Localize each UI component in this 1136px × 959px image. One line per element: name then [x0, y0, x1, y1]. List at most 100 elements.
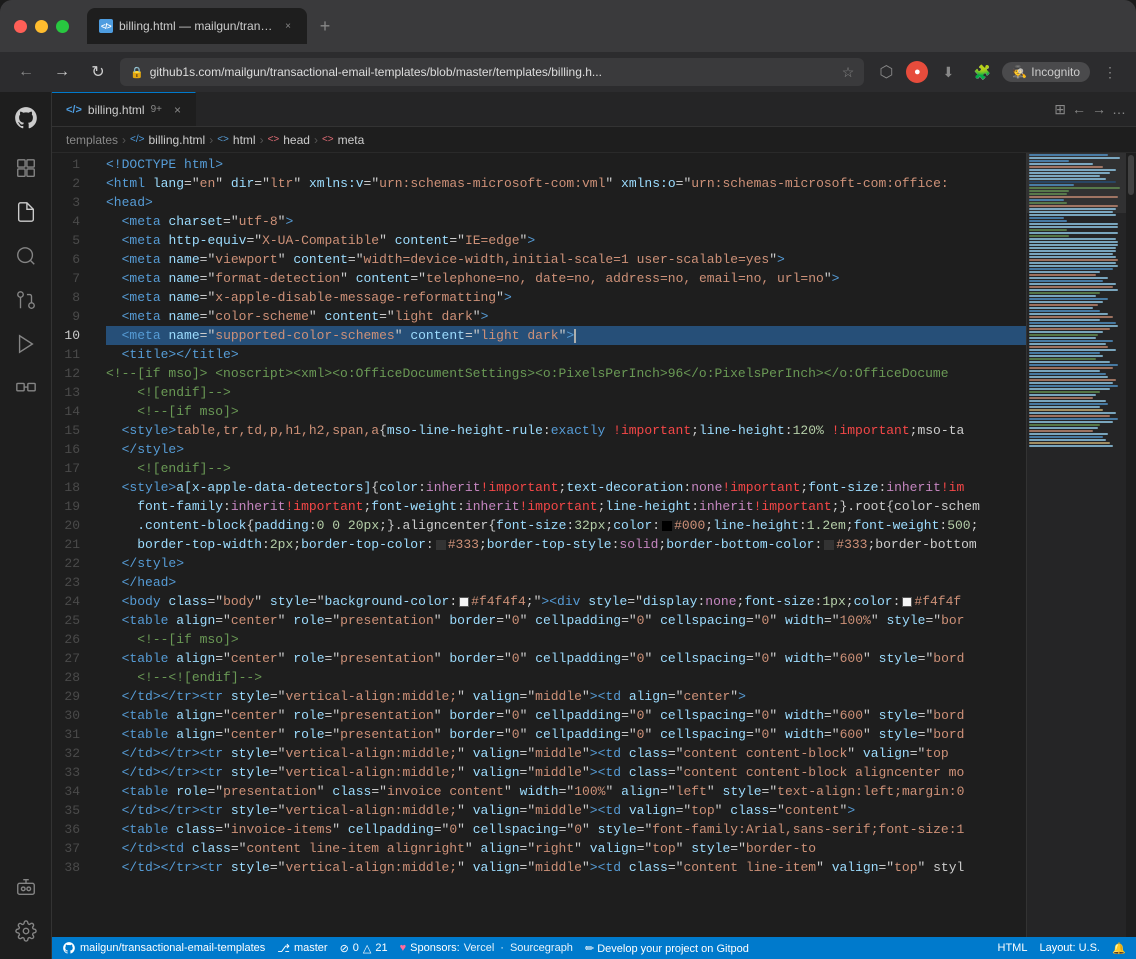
- address-bar[interactable]: 🔒 github1s.com/mailgun/transactional-ema…: [120, 58, 864, 86]
- reload-button[interactable]: ↻: [84, 58, 112, 86]
- code-line-26: <!--[if mso]>: [106, 630, 1026, 649]
- breadcrumb-meta[interactable]: <> meta: [322, 133, 364, 147]
- activity-extensions[interactable]: [6, 368, 46, 408]
- code-line-19: font-family : inherit !important ; font-…: [106, 497, 1026, 516]
- language-indicator[interactable]: HTML: [998, 942, 1028, 954]
- activity-settings[interactable]: [6, 911, 46, 951]
- code-line-38: </td></tr><tr style="vertical-align:midd…: [106, 858, 1026, 877]
- line-num-31: 31: [52, 725, 94, 744]
- line-num-38: 38: [52, 858, 94, 877]
- minimap: [1026, 153, 1126, 937]
- html-tag-icon: <>: [217, 134, 229, 145]
- browser-tab-active[interactable]: </> billing.html — mailgun/transact… ×: [87, 8, 307, 44]
- breadcrumb-sep-2: ›: [209, 133, 213, 147]
- status-sponsors[interactable]: ♥ Sponsors: Vercel · Sourcegraph: [400, 942, 573, 954]
- status-gitpod[interactable]: ✏ Develop your project on Gitpod: [585, 942, 749, 955]
- code-line-25: <table align="center" role="presentation…: [106, 611, 1026, 630]
- downloads-icon[interactable]: ⬇: [934, 58, 962, 86]
- activity-source-control[interactable]: [6, 280, 46, 320]
- activity-robot[interactable]: [6, 867, 46, 907]
- more-actions-icon[interactable]: …: [1112, 101, 1126, 117]
- line-num-23: 23: [52, 573, 94, 592]
- forward-button[interactable]: →: [48, 58, 76, 86]
- line-num-22: 22: [52, 554, 94, 573]
- editor-tab-actions: ⊞ ← → …: [1044, 92, 1136, 126]
- breadcrumb-sep-1: ›: [122, 133, 126, 147]
- line-num-28: 28: [52, 668, 94, 687]
- activity-run[interactable]: [6, 324, 46, 364]
- menu-button[interactable]: ⋮: [1096, 58, 1124, 86]
- code-line-2: <html lang="en" dir="ltr" xmlns:v="urn:s…: [106, 174, 1026, 193]
- breadcrumb-templates[interactable]: templates: [66, 133, 118, 147]
- breadcrumb-head[interactable]: <> head: [268, 133, 310, 147]
- close-button[interactable]: [14, 20, 27, 33]
- activity-search[interactable]: [6, 236, 46, 276]
- maximize-button[interactable]: [56, 20, 69, 33]
- status-errors[interactable]: ⊘ 0 △ 21: [340, 942, 388, 955]
- branch-icon: ⎇: [277, 942, 290, 955]
- code-line-6: <meta name="viewport" content="width=dev…: [106, 250, 1026, 269]
- code-line-10: <meta name="supported-color-schemes" con…: [106, 326, 1026, 345]
- incognito-label: Incognito: [1031, 65, 1080, 79]
- errors-icon: ⊘: [340, 942, 349, 955]
- notifications-bell[interactable]: 🔔: [1112, 941, 1126, 955]
- line-num-36: 36: [52, 820, 94, 839]
- minimize-button[interactable]: [35, 20, 48, 33]
- split-editor-icon[interactable]: ⊞: [1054, 101, 1066, 118]
- new-tab-button[interactable]: +: [311, 12, 339, 40]
- tab-close-button[interactable]: ×: [281, 19, 295, 33]
- scrollbar-thumb[interactable]: [1128, 155, 1134, 195]
- layout-indicator[interactable]: Layout: U.S.: [1039, 942, 1100, 954]
- back-button[interactable]: ←: [12, 58, 40, 86]
- navigate-back-icon[interactable]: ←: [1072, 101, 1086, 117]
- activity-files[interactable]: [6, 192, 46, 232]
- code-line-27: <table align="center" role="presentation…: [106, 649, 1026, 668]
- warnings-icon: △: [363, 942, 371, 955]
- status-repo[interactable]: mailgun/transactional-email-templates: [62, 941, 265, 955]
- puzzle-icon[interactable]: 🧩: [968, 58, 996, 86]
- breadcrumb-billing-html[interactable]: </> billing.html: [130, 133, 205, 147]
- line-num-17: 17: [52, 459, 94, 478]
- sponsor-sourcegraph[interactable]: Sourcegraph: [510, 942, 573, 954]
- extensions-button[interactable]: ⬡: [872, 58, 900, 86]
- incognito-icon: 🕵: [1012, 65, 1027, 79]
- navigate-forward-icon[interactable]: →: [1092, 101, 1106, 117]
- line-num-15: 15: [52, 421, 94, 440]
- meta-tag-icon: <>: [322, 134, 334, 145]
- repo-icon: [62, 941, 76, 955]
- browser-actions: ⬡ ● ⬇ 🧩 🕵 Incognito ⋮: [872, 58, 1124, 86]
- code-line-36: <table class="invoice-items" cellpadding…: [106, 820, 1026, 839]
- code-editor[interactable]: 1 2 3 4 5 6 7 8 9 10 11 12 13 14 15 16 1: [52, 153, 1136, 937]
- activity-explorer[interactable]: [6, 148, 46, 188]
- code-line-15: <style> table,tr,td,p,h1,h2,span,a { mso…: [106, 421, 1026, 440]
- code-line-1: <!DOCTYPE html>: [106, 155, 1026, 174]
- gitpod-label: ✏ Develop your project on Gitpod: [585, 942, 749, 955]
- line-num-13: 13: [52, 383, 94, 402]
- browser-controls: ← → ↻ 🔒 github1s.com/mailgun/transaction…: [0, 52, 1136, 92]
- code-line-31: <table align="center" role="presentation…: [106, 725, 1026, 744]
- code-line-7: <meta name="format-detection" content="t…: [106, 269, 1026, 288]
- sponsor-vercel[interactable]: Vercel: [464, 942, 495, 954]
- profile-icon[interactable]: ●: [906, 61, 928, 83]
- file-icon: </>: [66, 104, 82, 116]
- editor-tab-badge: 9+: [151, 104, 162, 115]
- code-line-5: <meta http-equiv="X-UA-Compatible" conte…: [106, 231, 1026, 250]
- line-num-5: 5: [52, 231, 94, 250]
- code-line-24: <body class="body" style=" background-co…: [106, 592, 1026, 611]
- line-num-29: 29: [52, 687, 94, 706]
- editor-tab-billing[interactable]: </> billing.html 9+ ×: [52, 92, 196, 126]
- warnings-count: 21: [375, 942, 387, 954]
- breadcrumb-html[interactable]: <> html: [217, 133, 255, 147]
- github-logo[interactable]: [8, 100, 44, 136]
- line-num-14: 14: [52, 402, 94, 421]
- incognito-button[interactable]: 🕵 Incognito: [1002, 62, 1090, 82]
- vertical-scrollbar[interactable]: [1126, 153, 1136, 937]
- line-num-7: 7: [52, 269, 94, 288]
- line-num-4: 4: [52, 212, 94, 231]
- line-num-33: 33: [52, 763, 94, 782]
- code-content[interactable]: <!DOCTYPE html> <html lang="en" dir="ltr…: [102, 153, 1026, 937]
- lock-icon: 🔒: [130, 66, 144, 79]
- status-branch[interactable]: ⎇ master: [277, 942, 327, 955]
- editor-tab-close[interactable]: ×: [174, 103, 181, 117]
- tab-favicon: </>: [99, 19, 113, 33]
